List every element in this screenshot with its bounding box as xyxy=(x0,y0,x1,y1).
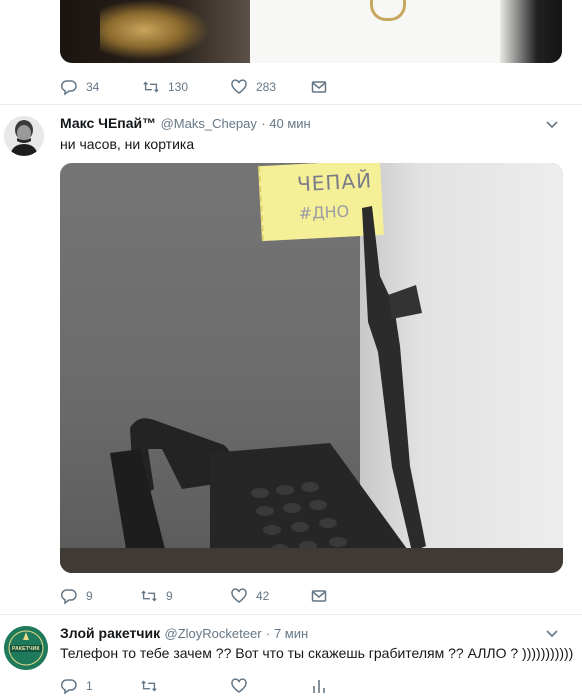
envelope-icon xyxy=(310,587,328,605)
heart-icon xyxy=(230,78,248,96)
retweet-icon xyxy=(142,78,160,96)
retweet-count: 9 xyxy=(166,589,173,603)
message-button[interactable] xyxy=(310,78,328,96)
analytics-icon xyxy=(310,677,328,695)
avatar[interactable] xyxy=(4,116,44,156)
tweet-divider xyxy=(0,614,582,615)
retweet-count: 130 xyxy=(168,80,189,94)
like-button[interactable]: 283 xyxy=(230,78,310,96)
retweet-button[interactable] xyxy=(140,677,230,695)
heart-icon xyxy=(230,677,248,695)
timestamp[interactable]: · 7 мин xyxy=(266,626,308,641)
reply-icon xyxy=(60,587,78,605)
heart-icon xyxy=(230,587,248,605)
tweet-header: Макс ЧЕпай™ @Maks_Chepay · 40 мин xyxy=(60,115,311,133)
retweet-button[interactable]: 130 xyxy=(142,78,230,96)
timestamp[interactable]: · 40 мин xyxy=(261,116,310,131)
chevron-down-icon[interactable] xyxy=(545,627,559,641)
previous-tweet-media[interactable] xyxy=(60,0,562,63)
retweet-icon xyxy=(140,587,158,605)
reply-button[interactable]: 9 xyxy=(60,587,140,605)
display-name[interactable]: Злой ракетчик xyxy=(60,625,160,641)
reply-icon xyxy=(60,677,78,695)
avatar-label: РАКЕТЧИК xyxy=(12,646,40,652)
tweet-text: Телефон то тебе зачем ?? Вот что ты скаж… xyxy=(60,645,574,661)
retweet-icon xyxy=(140,677,158,695)
display-name[interactable]: Макс ЧЕпай™ xyxy=(60,115,156,131)
analytics-button[interactable] xyxy=(310,677,328,695)
avatar[interactable]: РАКЕТЧИК xyxy=(4,626,48,670)
message-button[interactable] xyxy=(310,587,328,605)
media-right-area xyxy=(500,0,562,63)
like-count: 42 xyxy=(256,589,270,603)
like-button[interactable] xyxy=(230,677,310,695)
avatar-portrait xyxy=(4,116,44,156)
retweet-button[interactable]: 9 xyxy=(140,587,230,605)
sticky-note-text-1: ЧЕПАЙ xyxy=(296,168,373,197)
reply-button[interactable]: 34 xyxy=(60,78,142,96)
tweet-divider xyxy=(0,104,582,105)
previous-tweet-actions: 34 130 283 xyxy=(60,77,328,97)
dagger-hilt xyxy=(100,0,210,60)
user-handle[interactable]: @Maks_Chepay xyxy=(161,116,257,131)
reply-tweet-actions: 1 xyxy=(60,676,328,696)
like-button[interactable]: 42 xyxy=(230,587,310,605)
like-count: 283 xyxy=(256,80,277,94)
reply-count: 9 xyxy=(86,589,93,603)
reply-icon xyxy=(60,78,78,96)
tweet-text: ни часов, ни кортика xyxy=(60,136,195,152)
reply-button[interactable]: 1 xyxy=(60,677,140,695)
envelope-icon xyxy=(310,78,328,96)
sticky-note-text-2: #ДНО xyxy=(298,201,350,224)
reply-count: 34 xyxy=(86,80,100,94)
tweet-photo[interactable]: ЧЕПАЙ #ДНО xyxy=(60,163,563,573)
reply-count: 1 xyxy=(86,679,93,693)
tweet-header: Злой ракетчик @ZloyRocketeer · 7 мин xyxy=(60,625,308,643)
chevron-down-icon[interactable] xyxy=(545,118,559,132)
photo-desk xyxy=(60,548,563,573)
user-handle[interactable]: @ZloyRocketeer xyxy=(165,626,262,641)
main-tweet-actions: 9 9 42 xyxy=(60,586,328,606)
